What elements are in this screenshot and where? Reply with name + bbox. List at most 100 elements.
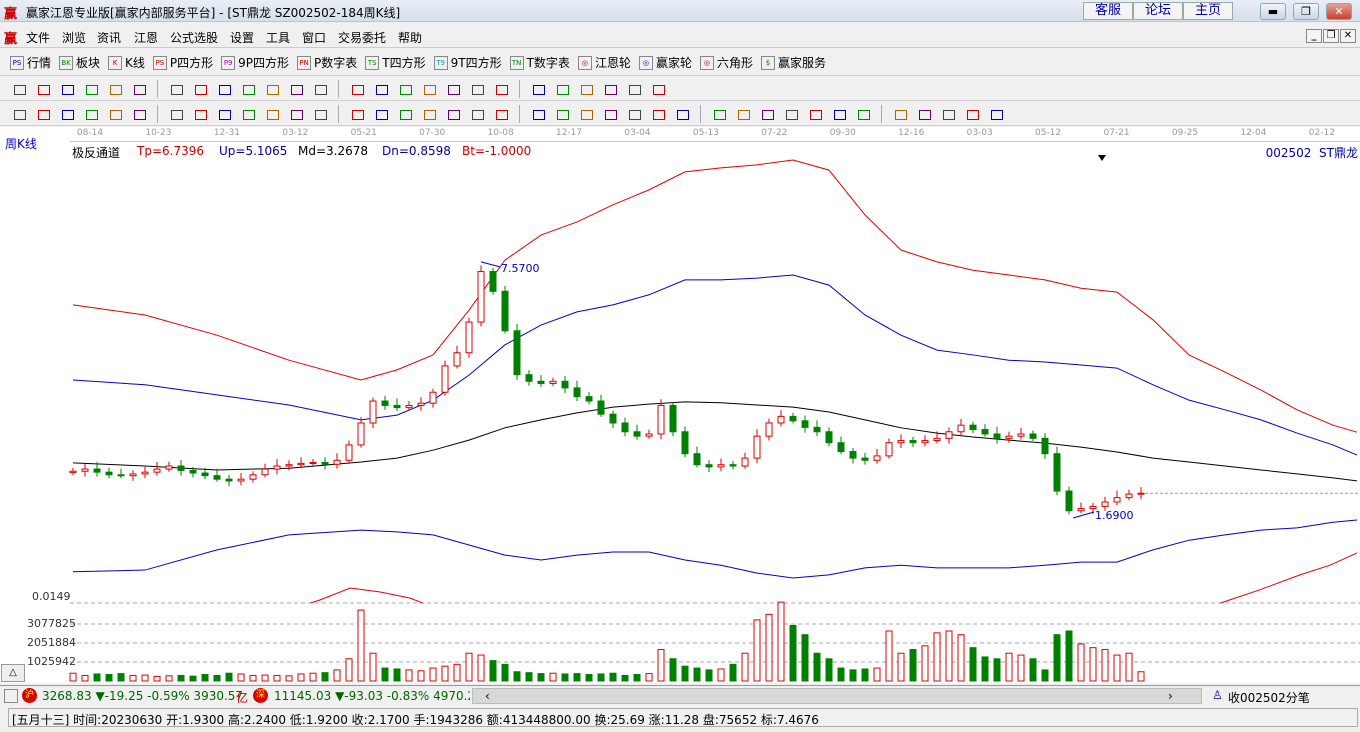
speed-icon[interactable]	[468, 106, 486, 122]
mdi-minimize-button[interactable]: _	[1306, 29, 1322, 43]
time-icon[interactable]	[348, 106, 366, 122]
parallel-icon[interactable]	[215, 106, 233, 122]
shenzhen-index[interactable]: 11145.03 ▼-93.03 -0.83% 4970.20	[274, 689, 470, 703]
channel-icon[interactable]	[396, 106, 414, 122]
flag-icon[interactable]	[167, 81, 185, 97]
forward-icon[interactable]	[263, 81, 281, 97]
tool-b-icon[interactable]	[891, 106, 909, 122]
toolbar-kline-button[interactable]: K K线	[108, 54, 145, 71]
menu-gann[interactable]: 江恩	[134, 29, 158, 46]
shanghai-index[interactable]: 3268.83 ▼-19.25 -0.59% 3930.57	[42, 689, 243, 703]
restore-button[interactable]: ❐	[1293, 3, 1319, 20]
left-icon[interactable]	[348, 81, 366, 97]
cycle-icon[interactable]	[263, 106, 281, 122]
menu-tools[interactable]: 工具	[266, 29, 290, 46]
gann-fan-icon[interactable]	[492, 106, 510, 122]
right-icon[interactable]	[372, 81, 390, 97]
square-icon[interactable]	[287, 106, 305, 122]
grid-icon[interactable]	[82, 106, 100, 122]
index-scrollbar[interactable]: ‹ ›	[472, 688, 1202, 704]
fib-icon[interactable]	[191, 106, 209, 122]
grid2-icon[interactable]	[577, 106, 595, 122]
tile-icon[interactable]	[34, 81, 52, 97]
toolbar-p-number-table-button[interactable]: PN P数字表	[297, 54, 357, 71]
customer-service-link[interactable]: 客服	[1083, 2, 1133, 20]
scroll-left-icon[interactable]: ‹	[485, 689, 490, 703]
minimize-button[interactable]: ▬	[1260, 3, 1286, 20]
wave-icon[interactable]	[239, 106, 257, 122]
color-icon[interactable]	[963, 106, 981, 122]
menu-window[interactable]: 窗口	[302, 29, 326, 46]
tool-c-icon[interactable]	[915, 106, 933, 122]
calendar-icon[interactable]	[553, 81, 571, 97]
ruler-icon[interactable]	[420, 106, 438, 122]
stock-switch-icon[interactable]	[130, 81, 148, 97]
fork-icon[interactable]	[734, 106, 752, 122]
first-icon[interactable]	[191, 81, 209, 97]
toolbar-t-square-button[interactable]: TS T四方形	[365, 54, 426, 71]
up2-icon[interactable]	[396, 81, 414, 97]
spiral-icon[interactable]	[167, 106, 185, 122]
toolbar-t-number-table-button[interactable]: TN T数字表	[509, 54, 570, 71]
level-icon[interactable]	[673, 106, 691, 122]
prev-icon[interactable]	[215, 81, 233, 97]
cross2-icon[interactable]	[830, 106, 848, 122]
tool-a-icon[interactable]	[854, 106, 872, 122]
percent-icon[interactable]	[649, 106, 667, 122]
compare-icon[interactable]	[82, 81, 100, 97]
homepage-link[interactable]: 主页	[1183, 2, 1233, 20]
up-icon[interactable]	[287, 81, 305, 97]
angle-icon[interactable]	[34, 106, 52, 122]
draw-icon[interactable]	[492, 81, 510, 97]
toolbar-winner-wheel-button[interactable]: ◎ 赢家轮	[638, 54, 692, 71]
calc-icon[interactable]	[577, 81, 595, 97]
grid-icon[interactable]	[4, 689, 18, 703]
line-icon[interactable]	[10, 106, 28, 122]
menu-help[interactable]: 帮助	[398, 29, 422, 46]
down2-icon[interactable]	[420, 81, 438, 97]
circle-icon[interactable]	[130, 106, 148, 122]
copy-icon[interactable]	[58, 81, 76, 97]
wave2-icon[interactable]	[710, 106, 728, 122]
back-icon[interactable]	[239, 81, 257, 97]
text-tool-icon[interactable]	[625, 106, 643, 122]
mdi-restore-button[interactable]: ❐	[1323, 29, 1339, 43]
menu-file[interactable]: 文件	[26, 29, 50, 46]
tick-detail-label[interactable]: 收002502分笔	[1228, 689, 1310, 706]
tool-d-icon[interactable]	[939, 106, 957, 122]
save-icon[interactable]	[601, 81, 619, 97]
menu-browse[interactable]: 浏览	[62, 29, 86, 46]
price-icon[interactable]	[782, 106, 800, 122]
mirror-icon[interactable]	[529, 106, 547, 122]
arc-icon[interactable]	[106, 106, 124, 122]
cursor-icon[interactable]	[106, 81, 124, 97]
period-icon[interactable]	[10, 81, 28, 97]
pitchfork-icon[interactable]	[444, 106, 462, 122]
gann-box-icon[interactable]	[372, 106, 390, 122]
toolbar-quotes-button[interactable]: PS 行情	[10, 54, 51, 71]
box-icon[interactable]	[311, 106, 329, 122]
toolbar-9p-square-button[interactable]: P9 9P四方形	[221, 54, 289, 71]
export-icon[interactable]	[649, 81, 667, 97]
table-icon[interactable]	[553, 106, 571, 122]
toolbar-sectors-button[interactable]: BK 板块	[59, 54, 100, 71]
scroll-right-icon[interactable]: ›	[1168, 689, 1173, 703]
toolbar-winner-service-button[interactable]: $ 赢家服务	[760, 54, 826, 71]
toolbar-p-square-button[interactable]: PS P四方形	[152, 54, 213, 71]
menu-formula-select[interactable]: 公式选股	[170, 29, 218, 46]
menu-trade[interactable]: 交易委托	[338, 29, 386, 46]
menu-settings[interactable]: 设置	[230, 29, 254, 46]
kline-chart[interactable]: 7.5700 1.6900	[0, 127, 1360, 683]
box2-icon[interactable]	[758, 106, 776, 122]
toolbar-9t-square-button[interactable]: T9 9T四方形	[433, 54, 502, 71]
print-icon[interactable]	[625, 81, 643, 97]
text-icon[interactable]	[529, 81, 547, 97]
hand-icon[interactable]	[444, 81, 462, 97]
link-icon[interactable]	[987, 106, 1005, 122]
down-icon[interactable]	[311, 81, 329, 97]
crosshair-icon[interactable]	[468, 81, 486, 97]
mdi-close-button[interactable]: ✕	[1340, 29, 1356, 43]
menu-news[interactable]: 资讯	[97, 29, 121, 46]
forum-link[interactable]: 论坛	[1133, 2, 1183, 20]
fan-icon[interactable]	[58, 106, 76, 122]
